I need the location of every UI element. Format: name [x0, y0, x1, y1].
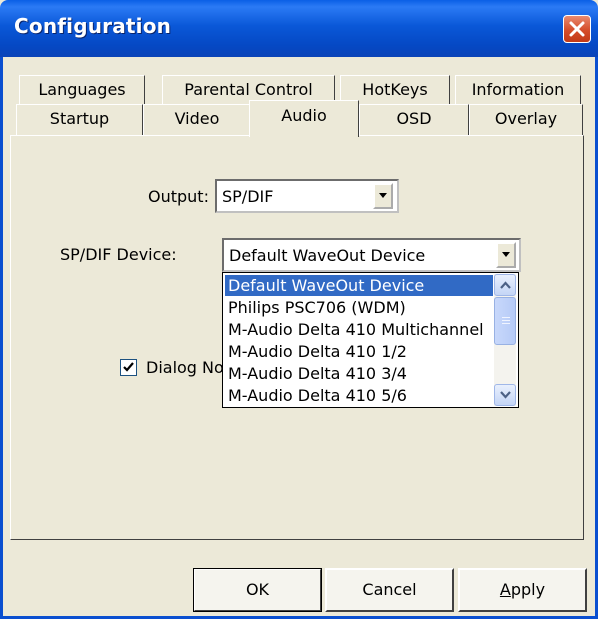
scroll-thumb[interactable]: [494, 297, 516, 345]
tab-audio[interactable]: Audio: [249, 100, 359, 137]
tab-label: Audio: [281, 106, 327, 125]
apply-label: Apply: [499, 580, 546, 599]
chevron-down-icon: [500, 391, 511, 399]
tab-overlay[interactable]: Overlay: [469, 104, 583, 135]
close-button[interactable]: [563, 15, 591, 43]
tab-osd[interactable]: OSD: [359, 104, 469, 135]
tab-information[interactable]: Information: [455, 75, 581, 105]
dropdown-option[interactable]: M-Audio Delta 410 1/2: [225, 341, 493, 362]
spdif-device-value: Default WaveOut Device: [229, 246, 426, 265]
dialog-checkbox[interactable]: [120, 359, 137, 376]
cancel-button[interactable]: Cancel: [325, 568, 454, 612]
title-bar[interactable]: Configuration: [0, 0, 598, 57]
scroll-up-button[interactable]: [494, 274, 516, 296]
tab-languages[interactable]: Languages: [19, 75, 145, 105]
tab-label: OSD: [396, 109, 432, 128]
dropdown-option[interactable]: Philips PSC706 (WDM): [225, 297, 493, 318]
output-label: Output:: [148, 187, 209, 206]
chevron-down-icon: [502, 252, 510, 257]
tab-video[interactable]: Video: [143, 104, 251, 135]
tab-startup[interactable]: Startup: [16, 104, 143, 135]
tab-label: Information: [471, 80, 565, 99]
dropdown-option[interactable]: Default WaveOut Device: [225, 275, 493, 296]
window-title: Configuration: [14, 14, 172, 38]
tab-label: Startup: [49, 109, 110, 128]
apply-button[interactable]: Apply: [458, 568, 587, 612]
scroll-down-button[interactable]: [494, 384, 516, 406]
chevron-up-icon: [500, 281, 511, 289]
dropdown-option[interactable]: M-Audio Delta 410 5/6: [225, 385, 493, 406]
configuration-window: Configuration Languages Parental Control…: [0, 0, 598, 619]
spdif-device-select[interactable]: Default WaveOut Device: [222, 238, 521, 272]
spdif-device-label: SP/DIF Device:: [60, 245, 177, 264]
close-icon: [569, 21, 585, 37]
dropdown-option[interactable]: M-Audio Delta 410 Multichannel: [225, 319, 493, 340]
tab-label: Overlay: [494, 109, 558, 128]
tab-label: Parental Control: [184, 80, 313, 99]
check-icon: [123, 362, 134, 372]
tab-label: HotKeys: [362, 80, 428, 99]
spdif-device-dropdown-list[interactable]: Default WaveOut Device Philips PSC706 (W…: [222, 272, 519, 408]
chevron-down-icon: [379, 193, 387, 198]
ok-label: OK: [245, 580, 270, 599]
dropdown-scrollbar[interactable]: [494, 274, 516, 406]
dropdown-option[interactable]: M-Audio Delta 410 3/4: [225, 363, 493, 384]
tab-label: Languages: [38, 80, 126, 99]
cancel-label: Cancel: [362, 580, 417, 599]
ok-button[interactable]: OK: [193, 568, 322, 612]
dialog-checkbox-label: Dialog No: [146, 358, 224, 377]
output-select[interactable]: SP/DIF: [215, 179, 399, 213]
output-dropdown-button[interactable]: [373, 183, 393, 209]
spdif-dropdown-button[interactable]: [496, 242, 516, 268]
output-value: SP/DIF: [222, 187, 274, 206]
tab-label: Video: [174, 109, 220, 128]
